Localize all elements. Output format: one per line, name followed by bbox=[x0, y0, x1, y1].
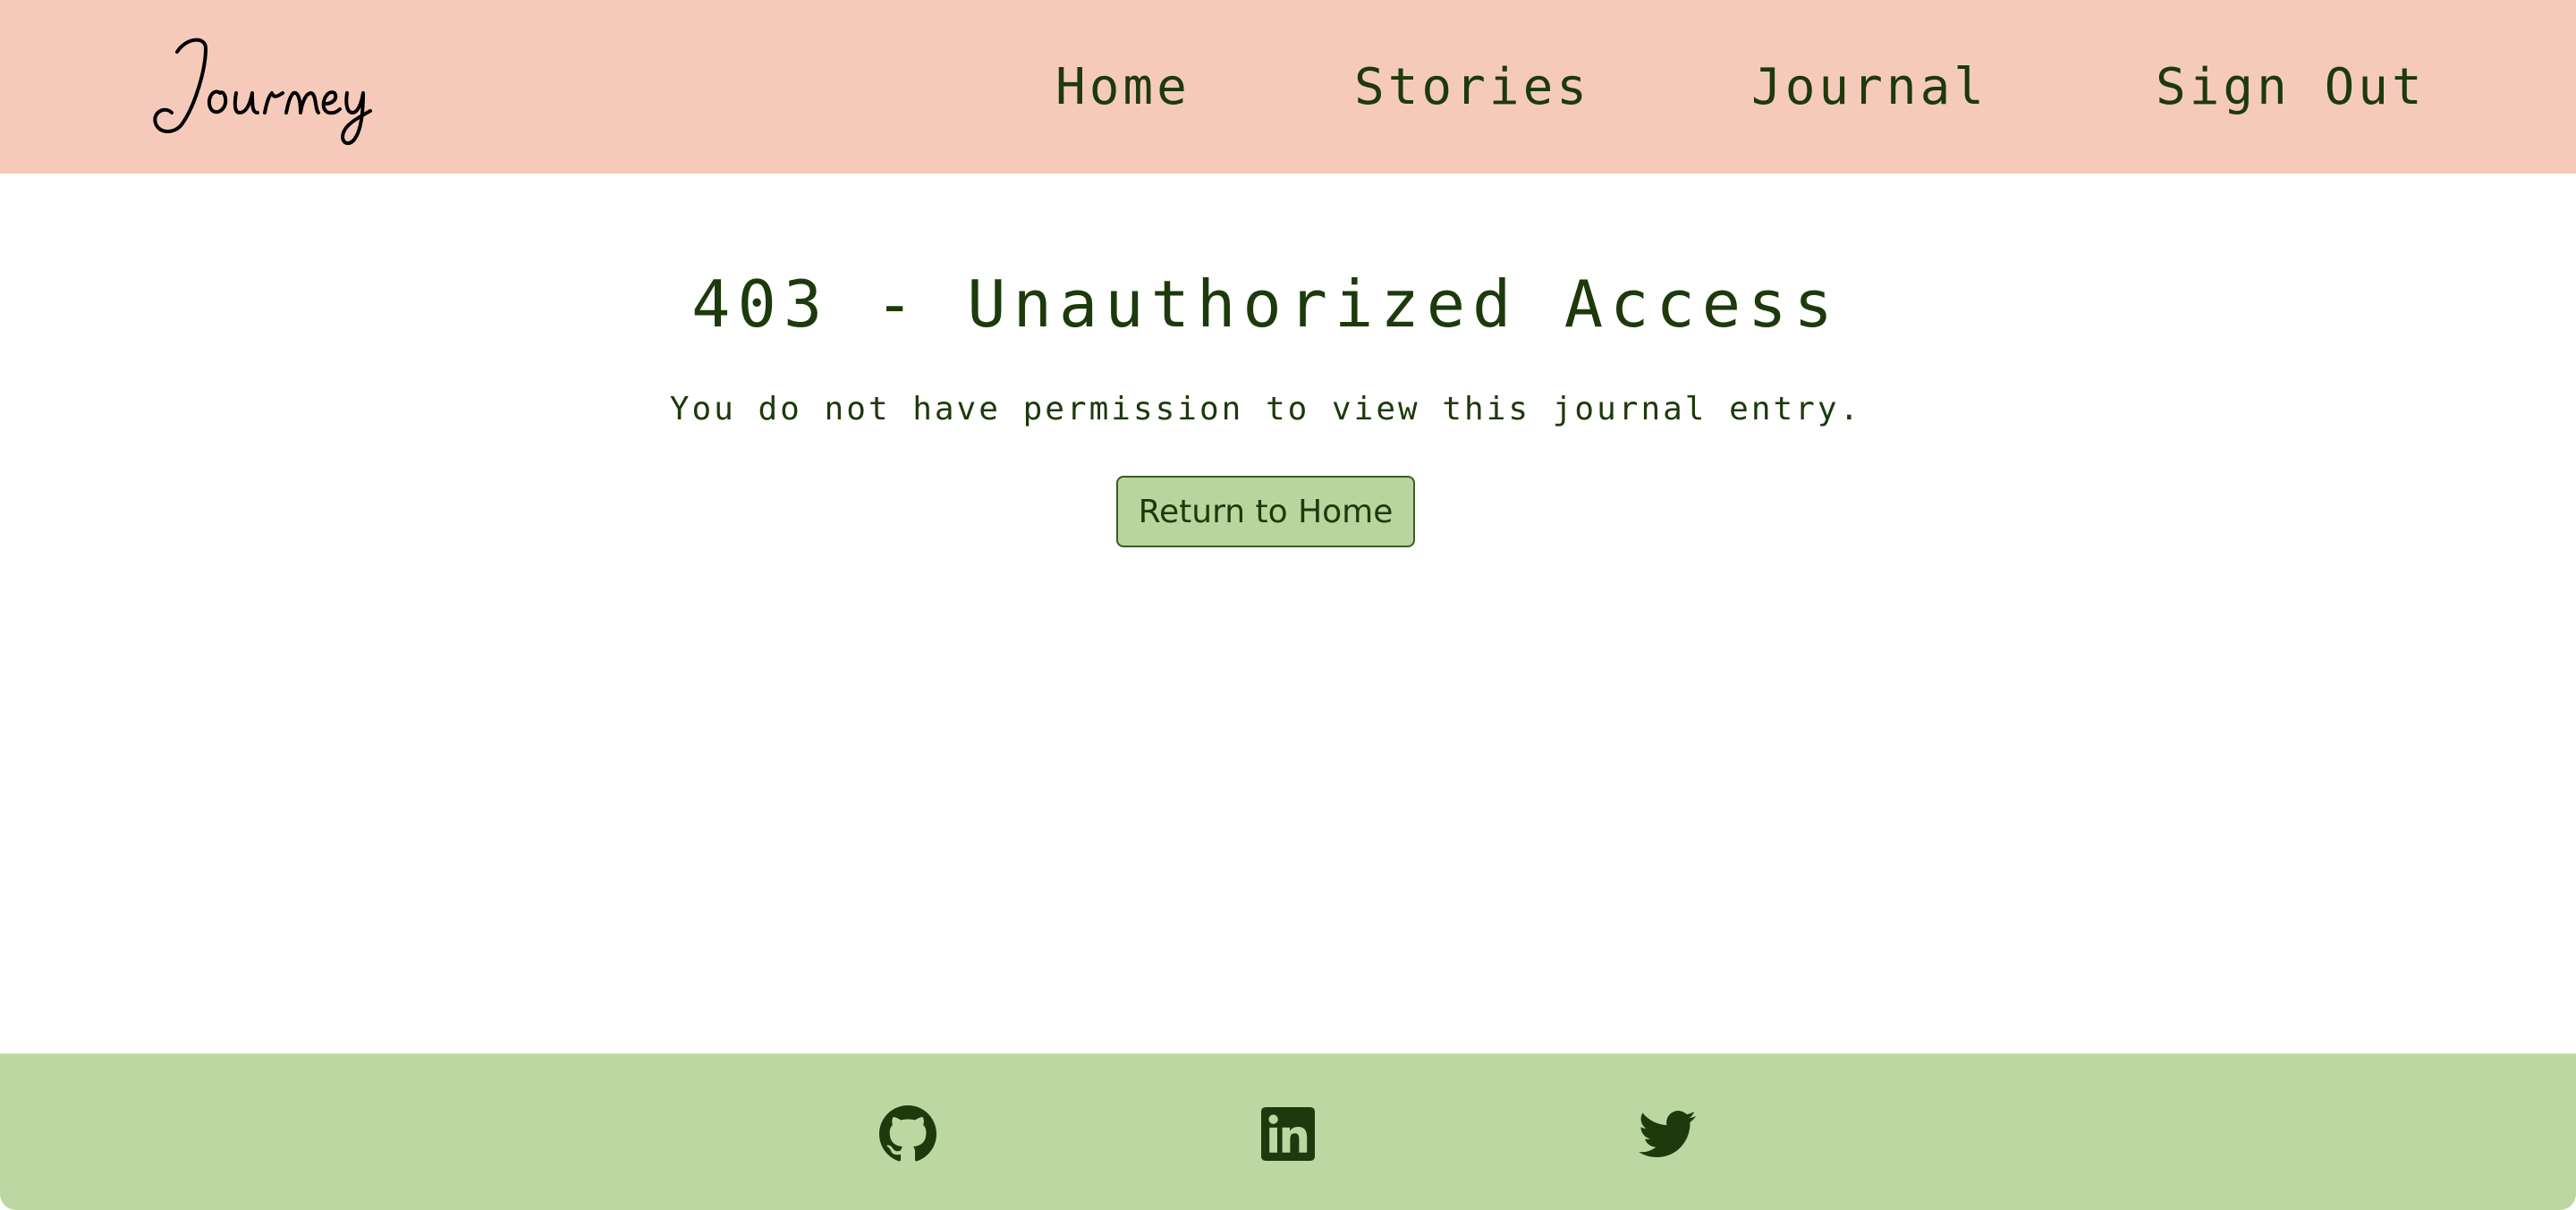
linkedin-icon-svg bbox=[1261, 1107, 1315, 1161]
error-title: 403 - Unauthorized Access bbox=[691, 267, 1840, 342]
github-icon[interactable] bbox=[879, 1105, 936, 1163]
linkedin-icon[interactable] bbox=[1259, 1105, 1317, 1163]
nav-home[interactable]: Home bbox=[1055, 52, 1191, 123]
nav-sign-out[interactable]: Sign Out bbox=[2156, 52, 2426, 123]
nav-stories[interactable]: Stories bbox=[1354, 52, 1590, 123]
return-home-button[interactable]: Return to Home bbox=[1116, 476, 1415, 547]
nav-journal[interactable]: Journal bbox=[1751, 52, 1987, 123]
twitter-icon-svg bbox=[1638, 1111, 1696, 1158]
journey-logo[interactable] bbox=[150, 25, 401, 150]
journey-logo-script bbox=[153, 38, 372, 146]
site-header: Home Stories Journal Sign Out bbox=[0, 0, 2576, 173]
github-icon-svg bbox=[879, 1105, 936, 1162]
error-message: You do not have permission to view this … bbox=[669, 391, 1862, 427]
twitter-icon[interactable] bbox=[1638, 1105, 1696, 1163]
